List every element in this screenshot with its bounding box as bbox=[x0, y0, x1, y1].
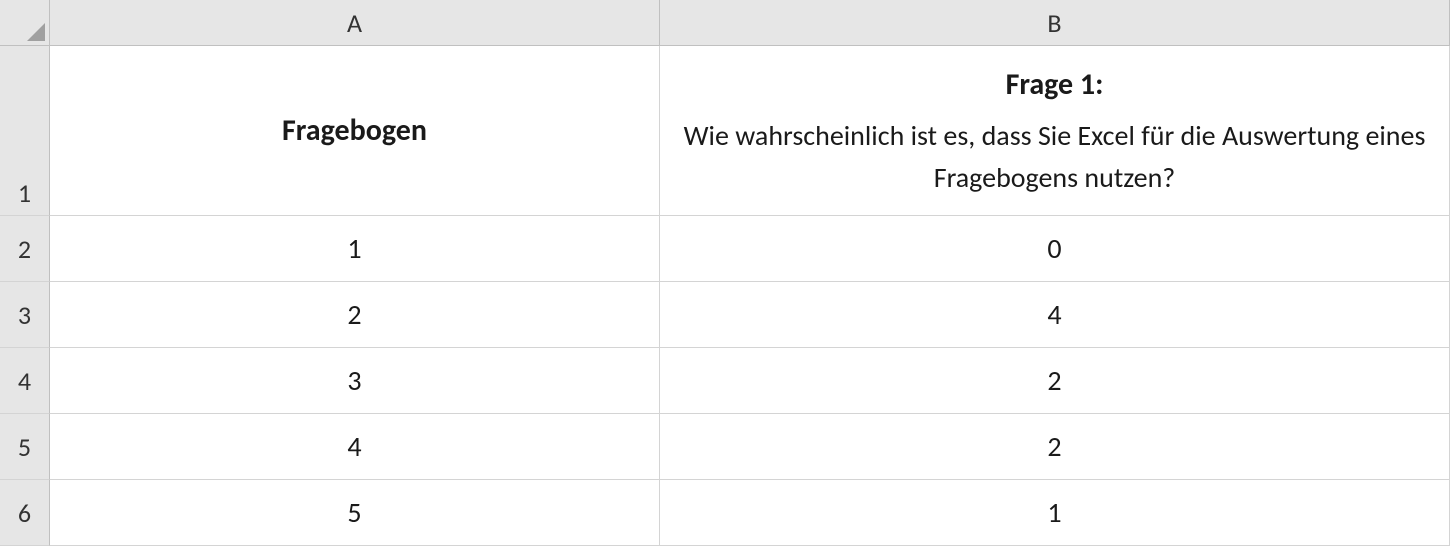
cell-A2[interactable]: 1 bbox=[50, 216, 660, 282]
cell-A4[interactable]: 3 bbox=[50, 348, 660, 414]
cell-B5[interactable]: 2 bbox=[660, 414, 1450, 480]
column-header-B[interactable]: B bbox=[660, 0, 1450, 46]
row-header-6[interactable]: 6 bbox=[0, 480, 50, 546]
cell-B1[interactable]: Frage 1: Wie wahrscheinlich ist es, dass… bbox=[660, 46, 1450, 216]
cell-B1-text: Wie wahrscheinlich ist es, dass Sie Exce… bbox=[670, 115, 1439, 199]
cell-B1-title: Frage 1: bbox=[1006, 62, 1104, 107]
cell-B4[interactable]: 2 bbox=[660, 348, 1450, 414]
cell-B2[interactable]: 0 bbox=[660, 216, 1450, 282]
cell-B3[interactable]: 4 bbox=[660, 282, 1450, 348]
cell-A1[interactable]: Fragebogen bbox=[50, 46, 660, 216]
row-header-3[interactable]: 3 bbox=[0, 282, 50, 348]
cell-A6[interactable]: 5 bbox=[50, 480, 660, 546]
spreadsheet-grid: A B 1 Fragebogen Frage 1: Wie wahrschein… bbox=[0, 0, 1455, 546]
row-header-1[interactable]: 1 bbox=[0, 46, 50, 216]
cell-B6[interactable]: 1 bbox=[660, 480, 1450, 546]
row-header-2[interactable]: 2 bbox=[0, 216, 50, 282]
select-all-corner[interactable] bbox=[0, 0, 50, 46]
cell-A3[interactable]: 2 bbox=[50, 282, 660, 348]
row-header-5[interactable]: 5 bbox=[0, 414, 50, 480]
column-header-A[interactable]: A bbox=[50, 0, 660, 46]
cell-A5[interactable]: 4 bbox=[50, 414, 660, 480]
select-all-triangle-icon bbox=[27, 23, 45, 41]
row-header-4[interactable]: 4 bbox=[0, 348, 50, 414]
